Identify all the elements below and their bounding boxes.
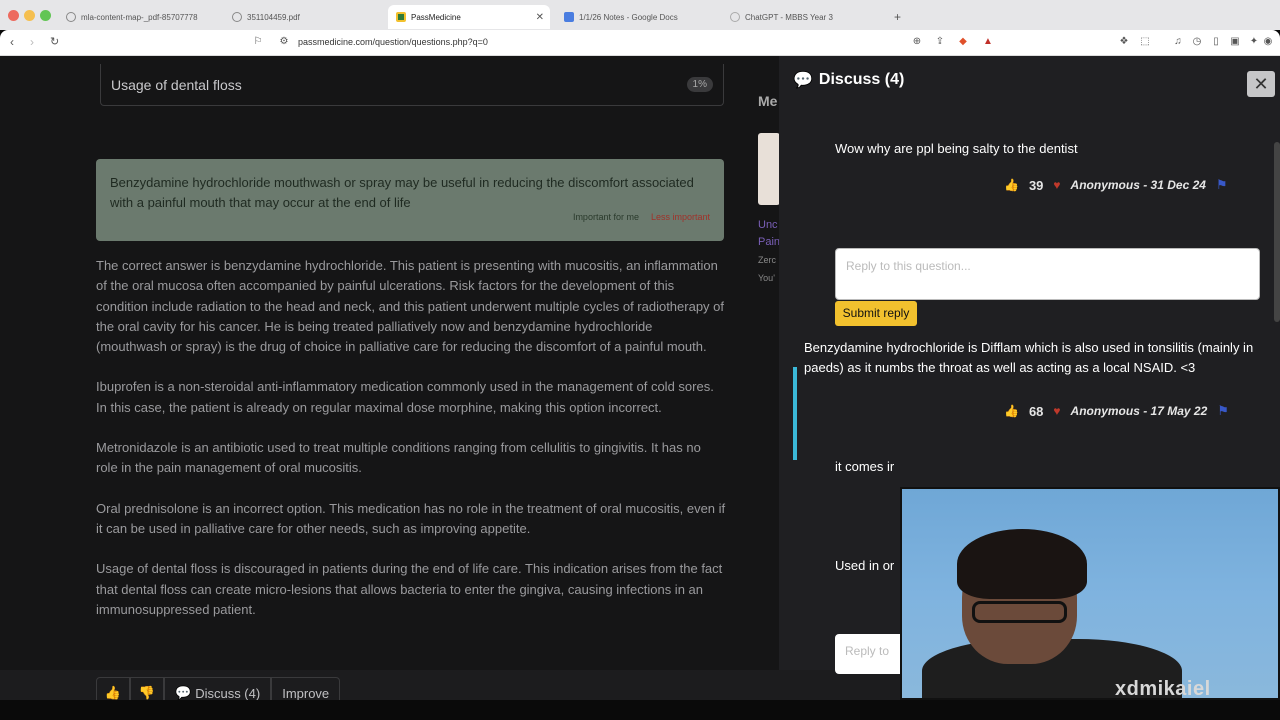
minimize-window-button[interactable]	[24, 10, 35, 21]
comment-meta: 👍 39 ♥ Anonymous - 31 Dec 24 ⚑	[1004, 177, 1228, 193]
share-icon[interactable]: ⇪	[934, 36, 946, 48]
discuss-header: 💬 Discuss (4)	[793, 70, 904, 90]
upvote-button[interactable]: 👍	[96, 677, 130, 700]
comment-author: Anonymous - 17 May 22	[1070, 404, 1208, 418]
explanation-paragraph: The correct answer is benzydamine hydroc…	[96, 258, 725, 355]
maximize-window-button[interactable]	[40, 10, 51, 21]
reload-icon[interactable]: ↻	[50, 35, 59, 48]
forward-icon[interactable]: ›	[30, 35, 34, 49]
zoom-icon[interactable]: ⊕	[911, 36, 923, 48]
video-meta: You'	[758, 273, 775, 283]
webcam-overlay	[900, 487, 1280, 700]
explanation-paragraph: Oral prednisolone is an incorrect option…	[96, 500, 726, 536]
tab-pdf[interactable]: 351104459.pdf	[224, 5, 374, 29]
browser-tabbar: mla-content-map-_pdf-85707778 351104459.…	[0, 0, 1280, 30]
back-icon[interactable]: ‹	[10, 35, 14, 49]
thumbs-up-icon: 👍	[104, 685, 122, 700]
tab-mla-content-map[interactable]: mla-content-map-_pdf-85707778	[58, 5, 218, 29]
wallet-icon[interactable]: ▣	[1229, 36, 1241, 48]
tab-chatgpt[interactable]: ChatGPT - MBBS Year 3	[722, 5, 882, 29]
person-hair	[957, 529, 1087, 599]
extensions-icon[interactable]: ❖	[1118, 36, 1130, 48]
screenshot-icon[interactable]: ⬚	[1139, 36, 1151, 48]
comment-highlight-bar	[793, 367, 797, 460]
history-icon[interactable]: ◷	[1191, 36, 1203, 48]
media-heading: Me	[758, 93, 778, 109]
discuss-title: Discuss (4)	[818, 71, 905, 88]
tab-google-docs[interactable]: 1/1/26 Notes - Google Docs	[556, 5, 718, 29]
new-tab-button[interactable]: +	[886, 5, 906, 29]
video-thumbnail[interactable]	[758, 133, 780, 205]
close-icon: ✕	[1253, 74, 1269, 94]
brave-rewards-icon[interactable]: ▲	[982, 36, 994, 48]
bookmark-icon[interactable]: ⚐	[252, 36, 264, 48]
downvote-button[interactable]: 👎	[130, 677, 164, 700]
submit-reply-button[interactable]: Submit reply	[835, 301, 917, 326]
answer-option-dental-floss[interactable]: Usage of dental floss 1%	[100, 64, 724, 106]
thumbs-up-icon[interactable]: 👍	[1004, 178, 1019, 192]
improve-button[interactable]: Improve	[271, 677, 341, 700]
streamer-watermark: xdmikaiel	[1115, 678, 1211, 700]
glasses	[972, 601, 1067, 623]
comment-text: Wow why are ppl being salty to the denti…	[835, 141, 1078, 156]
chat-bubble-icon: 💬	[175, 685, 192, 700]
brave-shield-icon[interactable]: ◆	[957, 36, 969, 48]
thumbs-down-icon[interactable]: ♥	[1053, 178, 1060, 192]
site-settings-icon[interactable]: ⚙	[278, 36, 290, 48]
explanation-text: The correct answer is benzydamine hydroc…	[96, 256, 726, 640]
important-for-me-link[interactable]: Important for me	[573, 207, 639, 227]
key-point-text: Benzydamine hydrochloride mouthwash or s…	[110, 175, 694, 210]
close-window-button[interactable]	[8, 10, 19, 21]
less-important-link[interactable]: Less important	[651, 207, 710, 227]
address-bar-row: ‹ › ↻ ⚐ ⚙ passmedicine.com/question/ques…	[0, 30, 1280, 56]
docs-icon	[564, 12, 574, 22]
video-title[interactable]: Pain	[758, 236, 780, 248]
vpn-icon[interactable]: ◉	[1262, 36, 1274, 48]
answer-percent-badge: 1%	[686, 77, 713, 92]
globe-icon	[232, 12, 242, 22]
comment-text: it comes ir	[835, 459, 895, 474]
video-title[interactable]: Unc	[758, 219, 778, 231]
leo-ai-icon[interactable]: ✦	[1248, 36, 1260, 48]
discuss-button[interactable]: 💬 Discuss (4)	[164, 677, 272, 700]
vote-count: 68	[1028, 403, 1044, 419]
thumbs-down-icon[interactable]: ♥	[1053, 404, 1060, 418]
sidebar-icon[interactable]: ▯	[1210, 36, 1222, 48]
question-content: Usage of dental floss 1% Benzydamine hyd…	[0, 56, 780, 700]
explanation-paragraph: Usage of dental floss is discouraged in …	[96, 561, 723, 617]
chat-bubble-icon: 💬	[793, 72, 813, 89]
chatgpt-icon	[730, 12, 740, 22]
url-field[interactable]: passmedicine.com/question/questions.php?…	[298, 37, 488, 47]
close-icon[interactable]: ✕	[536, 12, 544, 23]
comment-text: Used in or	[835, 558, 895, 573]
flag-icon[interactable]: ⚑	[1217, 403, 1229, 419]
answer-option-label: Usage of dental floss	[111, 76, 242, 93]
explanation-paragraph: Metronidazole is an antibiotic used to t…	[96, 440, 701, 476]
close-panel-button[interactable]: ✕	[1247, 71, 1275, 97]
media-sidebar-peek: Me Unc Pain Zerc You'	[758, 56, 780, 670]
flag-icon[interactable]: ⚑	[1216, 177, 1228, 193]
globe-icon	[66, 12, 76, 22]
key-point-note: Benzydamine hydrochloride mouthwash or s…	[96, 159, 724, 241]
vote-count: 39	[1028, 177, 1044, 193]
comment-text: Benzydamine hydrochloride is Difflam whi…	[804, 340, 1254, 375]
comment-author: Anonymous - 31 Dec 24	[1070, 178, 1206, 192]
music-icon[interactable]: ♫	[1172, 36, 1184, 48]
tab-passmedicine[interactable]: PassMedicine ✕	[388, 5, 550, 29]
thumbs-down-icon: 👎	[138, 685, 156, 700]
comment-meta: 👍 68 ♥ Anonymous - 17 May 22 ⚑	[1004, 403, 1229, 419]
question-actions: 👍 👎 💬 Discuss (4) Improve	[96, 677, 341, 700]
video-meta: Zerc	[758, 255, 776, 265]
thumbs-up-icon[interactable]: 👍	[1004, 404, 1019, 418]
passmedicine-logo-icon	[396, 12, 406, 22]
explanation-paragraph: Ibuprofen is a non-steroidal anti-inflam…	[96, 379, 714, 415]
reply-input[interactable]: Reply to this question...	[835, 248, 1260, 300]
panel-scrollbar[interactable]	[1274, 142, 1280, 322]
